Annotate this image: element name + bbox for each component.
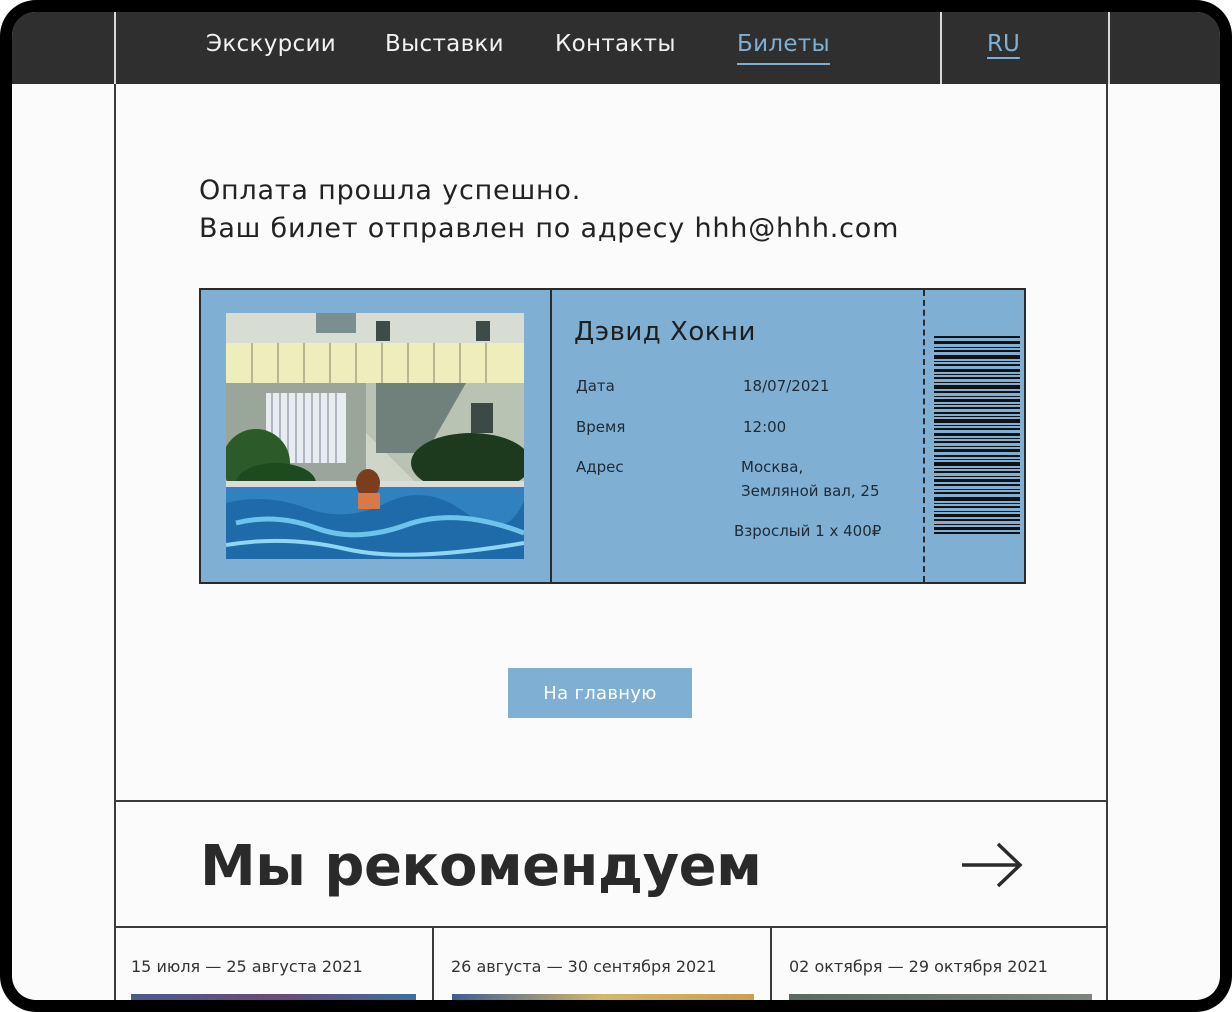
ticket-address-label: Адрес xyxy=(576,458,624,476)
top-nav-bar: Экскурсии Выставки Контакты Билеты RU xyxy=(12,12,1220,84)
ticket-exhibition-title: Дэвид Хокни xyxy=(574,317,756,347)
recommend-heading: Мы рекомендуем xyxy=(200,834,762,899)
nav-item-excursions[interactable]: Экскурсии xyxy=(206,31,336,57)
ticket-price: Взрослый 1 x 400₽ xyxy=(734,522,882,540)
card-date-1[interactable]: 15 июля — 25 августа 2021 xyxy=(131,957,363,976)
section-divider-top xyxy=(114,800,1108,802)
ticket-tear-line xyxy=(923,290,925,582)
ticket-section-divider xyxy=(550,290,552,582)
header-divider-right xyxy=(1108,12,1110,84)
section-divider-cards xyxy=(114,926,1108,928)
ticket-time-value: 12:00 xyxy=(743,418,787,436)
nav-item-exhibitions[interactable]: Выставки xyxy=(385,31,504,57)
exhibition-painting-image xyxy=(226,313,524,559)
ticket-date-label: Дата xyxy=(576,377,615,395)
success-line: Оплата прошла успешно. xyxy=(199,175,582,206)
email-sent-line: Ваш билет отправлен по адресу hhh@hhh.co… xyxy=(199,213,900,244)
ticket-date-value: 18/07/2021 xyxy=(743,377,830,395)
ticket-card: Дэвид Хокни Дата 18/07/2021 Время 12:00 … xyxy=(199,288,1026,584)
card-date-2[interactable]: 26 августа — 30 сентября 2021 xyxy=(451,957,717,976)
nav-item-tickets[interactable]: Билеты xyxy=(737,31,830,65)
language-switch[interactable]: RU xyxy=(987,31,1020,57)
card-image-2[interactable] xyxy=(452,994,754,1000)
ticket-address-line1: Москва, xyxy=(741,458,804,476)
card-image-1[interactable] xyxy=(131,994,416,1000)
browser-viewport: Экскурсии Выставки Контакты Билеты RU Оп… xyxy=(12,12,1220,1000)
header-divider-lang xyxy=(940,12,942,84)
header-divider-left xyxy=(114,12,116,84)
ticket-time-label: Время xyxy=(576,418,626,436)
barcode-icon xyxy=(934,336,1020,534)
home-button[interactable]: На главную xyxy=(508,668,692,718)
ticket-address-line2: Земляной вал, 25 xyxy=(741,482,880,500)
payment-success-message: Оплата прошла успешно. Ваш билет отправл… xyxy=(199,172,899,248)
card-divider-1 xyxy=(432,926,434,1000)
card-date-3[interactable]: 02 октября — 29 октября 2021 xyxy=(789,957,1048,976)
arrow-right-icon[interactable] xyxy=(960,842,1024,888)
card-divider-2 xyxy=(770,926,772,1000)
nav-item-contacts[interactable]: Контакты xyxy=(555,31,676,57)
card-image-3[interactable] xyxy=(789,994,1092,1000)
